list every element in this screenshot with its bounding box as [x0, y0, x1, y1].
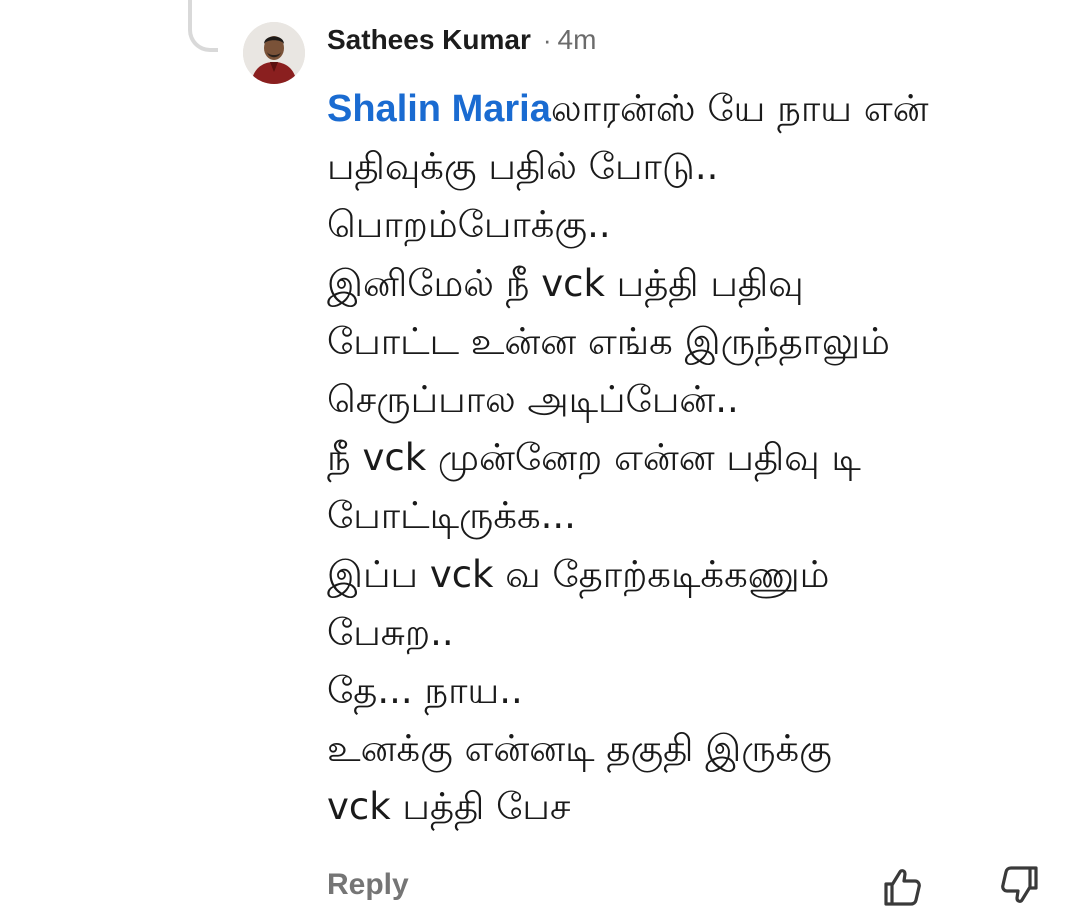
comment-line: தே... நாய..	[327, 669, 523, 713]
comment-line: செருப்பால அடிப்பேன்..	[327, 378, 739, 422]
comment-line: vck பத்தி பேச	[327, 785, 571, 829]
comment-text: லாரன்ஸ் யே நாய என்	[550, 87, 929, 130]
thumbs-up-icon	[884, 869, 921, 906]
like-button[interactable]	[880, 864, 924, 908]
comment-line: இப்ப vck வ தோற்கடிக்கணும்	[327, 552, 830, 596]
comment-line: இனிமேல் நீ vck பத்தி பதிவு	[327, 261, 804, 305]
comment-line: பேசுற..	[327, 610, 454, 654]
dislike-button[interactable]	[998, 864, 1042, 908]
timestamp: 4m	[557, 24, 597, 55]
user-mention[interactable]: Shalin Maria	[327, 88, 551, 130]
avatar-image	[243, 22, 305, 84]
meta-separator: ·	[542, 25, 552, 55]
reply-button[interactable]: Reply	[327, 868, 409, 902]
comment-line: பொறம்போக்கு..	[327, 203, 611, 247]
comment-line: Shalin Mariaலாரன்ஸ் யே நாய என்	[327, 80, 1057, 138]
comment-line: நீ vck முன்னேற என்ன பதிவு டி	[327, 436, 861, 480]
thread-connector-line	[188, 0, 218, 52]
comment-line: உனக்கு என்னடி தகுதி இருக்கு	[327, 727, 832, 771]
avatar[interactable]	[243, 22, 305, 84]
thumbs-down-icon	[1001, 866, 1038, 903]
comment-line: போட்டிருக்க...	[327, 494, 576, 538]
comment-line: போட்ட உன்ன எங்க இருந்தாலும்	[327, 319, 890, 363]
comment-body: Shalin Mariaலாரன்ஸ் யே நாய என் பதிவுக்கு…	[327, 80, 1057, 837]
author-name[interactable]: Sathees Kumar	[327, 24, 531, 56]
comment-header: Sathees Kumar · 4m	[327, 24, 596, 56]
comment-line: பதிவுக்கு பதில் போடு..	[327, 145, 719, 189]
